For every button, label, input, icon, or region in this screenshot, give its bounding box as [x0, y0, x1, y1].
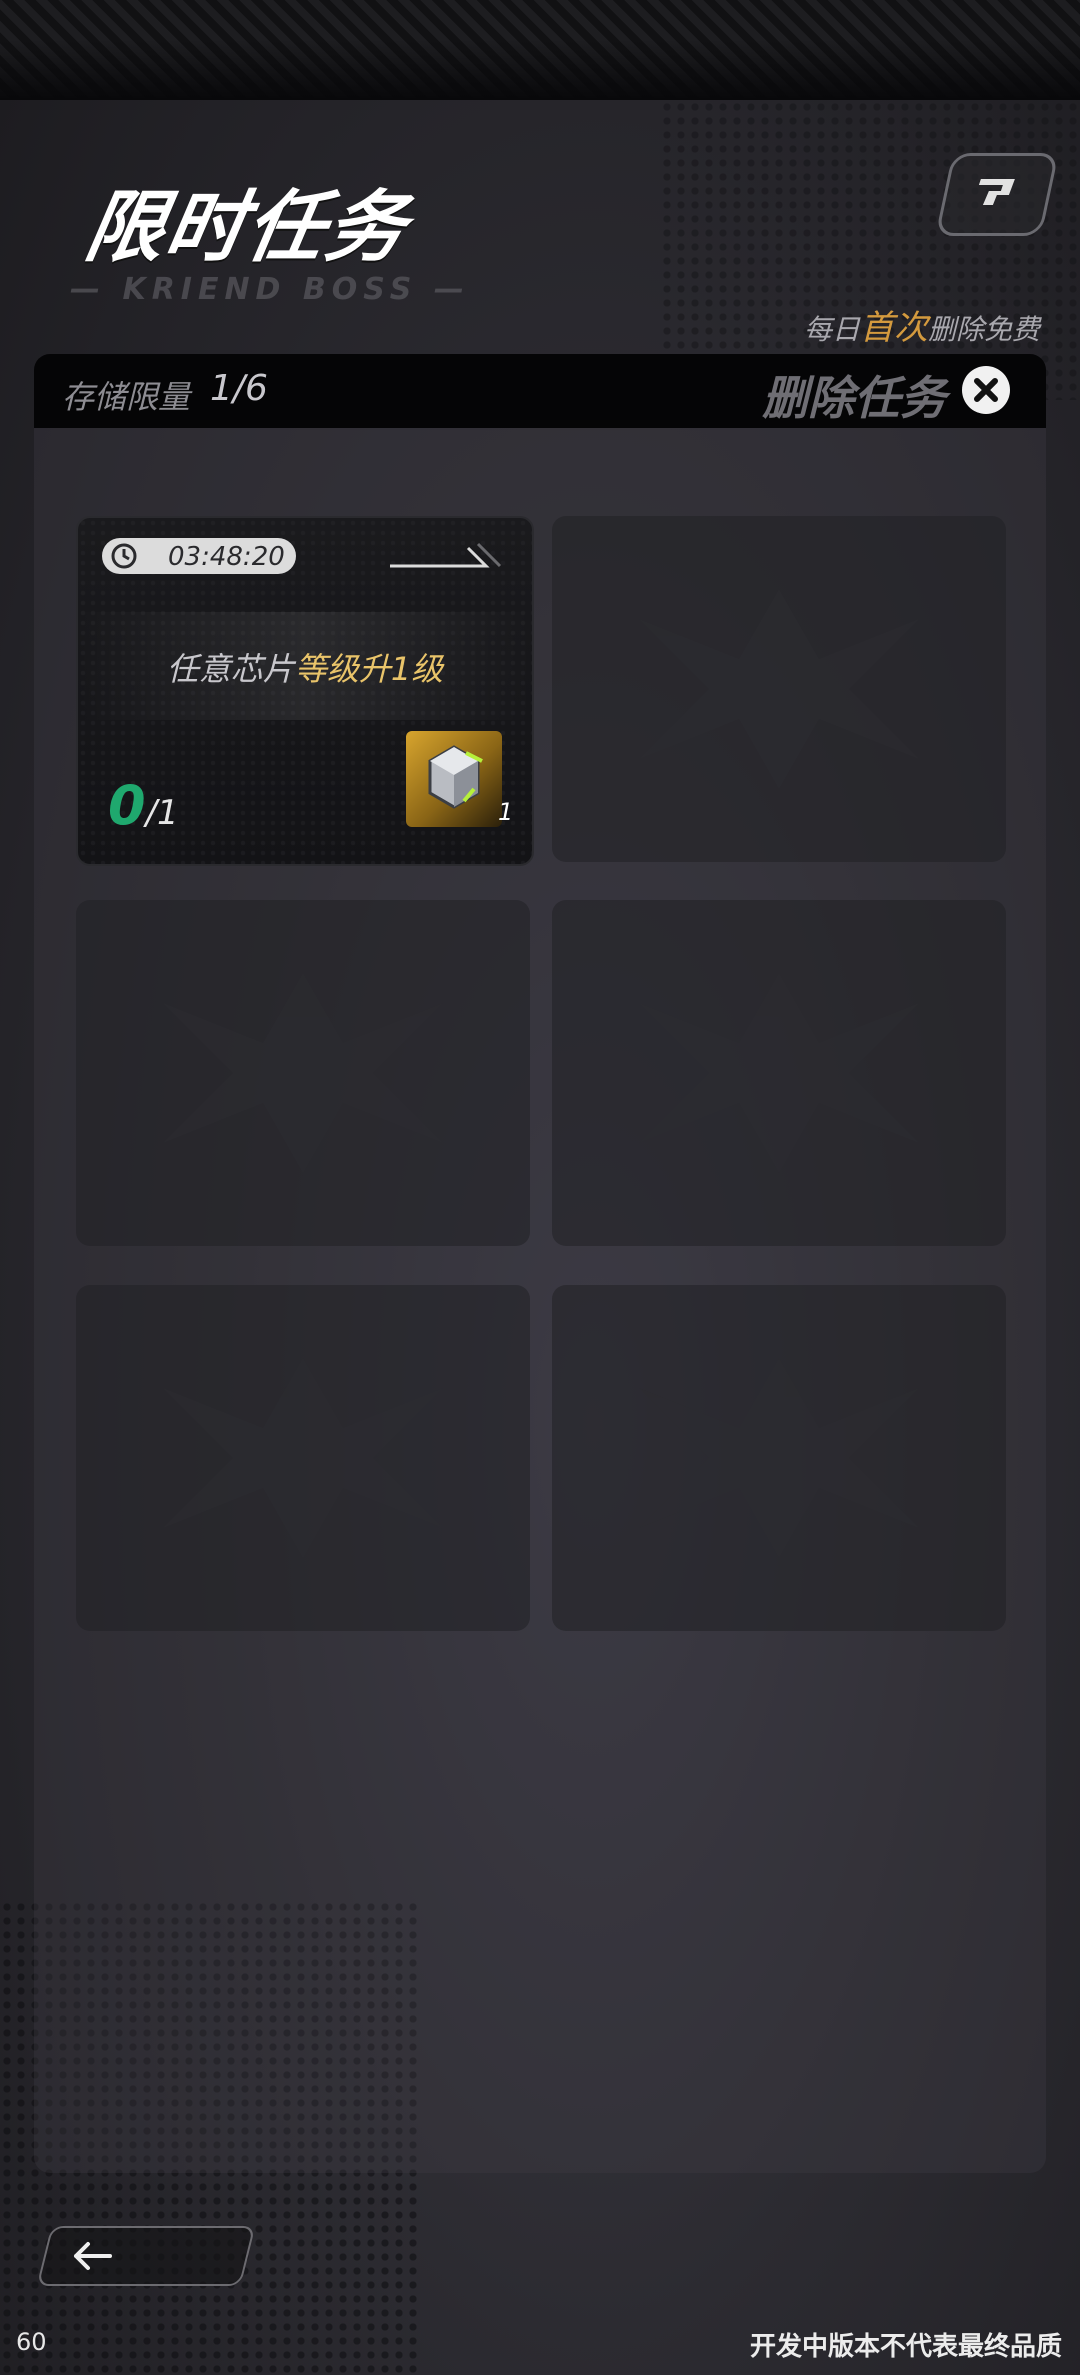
empty-task-slot [552, 900, 1006, 1246]
timer-badge: 03:48:20 [102, 538, 296, 574]
empty-slot-emblem [163, 1358, 443, 1558]
task-description: 任意芯片等级升1级 [78, 644, 532, 690]
empty-task-slot [76, 1285, 530, 1631]
back-button[interactable] [36, 2226, 256, 2286]
fps-counter: 60 [16, 2328, 47, 2356]
reward-item[interactable] [406, 731, 502, 827]
help-icon [979, 178, 1015, 205]
daily-note-suffix: 删除免费 [927, 313, 1040, 346]
help-button[interactable] [935, 153, 1059, 236]
daily-note-highlight: 首次 [859, 308, 928, 348]
dev-build-watermark: 开发中版本不代表最终品质 [749, 2332, 1062, 2362]
back-arrow-icon [74, 2242, 112, 2270]
empty-task-slot [76, 900, 530, 1246]
task-card[interactable]: 03:48:20 任意芯片等级升1级 0/1 1 [76, 516, 534, 866]
delete-task-label[interactable]: 删除任务 [762, 362, 946, 428]
task-progress: 0/1 [108, 774, 179, 837]
empty-task-slot [552, 1285, 1006, 1631]
task-grid-panel: 03:48:20 任意芯片等级升1级 0/1 1 [34, 428, 1046, 2173]
task-desc-highlight: 等级升1级 [294, 650, 444, 688]
task-desc-prefix: 任意芯片 [166, 650, 295, 688]
storage-header-bar: 存储限量 1/6 删除任务 [34, 354, 1046, 428]
daily-note-prefix: 每日 [803, 313, 860, 346]
close-icon [974, 378, 998, 402]
empty-slot-emblem [639, 973, 919, 1173]
chip-reward-icon [428, 745, 483, 809]
reward-count: 1 [498, 798, 514, 826]
empty-slot-emblem [639, 589, 919, 789]
timer-icon [111, 543, 137, 569]
storage-value: 1/6 [210, 368, 268, 409]
arrow-decoration-icon [390, 542, 502, 568]
timer-text: 03:48:20 [168, 542, 285, 572]
top-status-bar [0, 0, 1080, 100]
progress-current: 0 [108, 774, 146, 837]
daily-free-delete-note: 每日首次删除免费 [804, 300, 1040, 349]
empty-slot-emblem [163, 973, 443, 1173]
empty-task-slot [552, 516, 1006, 862]
storage-label: 存储限量 [62, 378, 191, 416]
delete-task-button[interactable] [962, 366, 1010, 414]
title-decoration: — KRIEND BOSS — [70, 272, 470, 307]
progress-total: /1 [145, 793, 179, 833]
empty-slot-emblem [639, 1358, 919, 1558]
page-title: 限时任务 [78, 183, 415, 273]
